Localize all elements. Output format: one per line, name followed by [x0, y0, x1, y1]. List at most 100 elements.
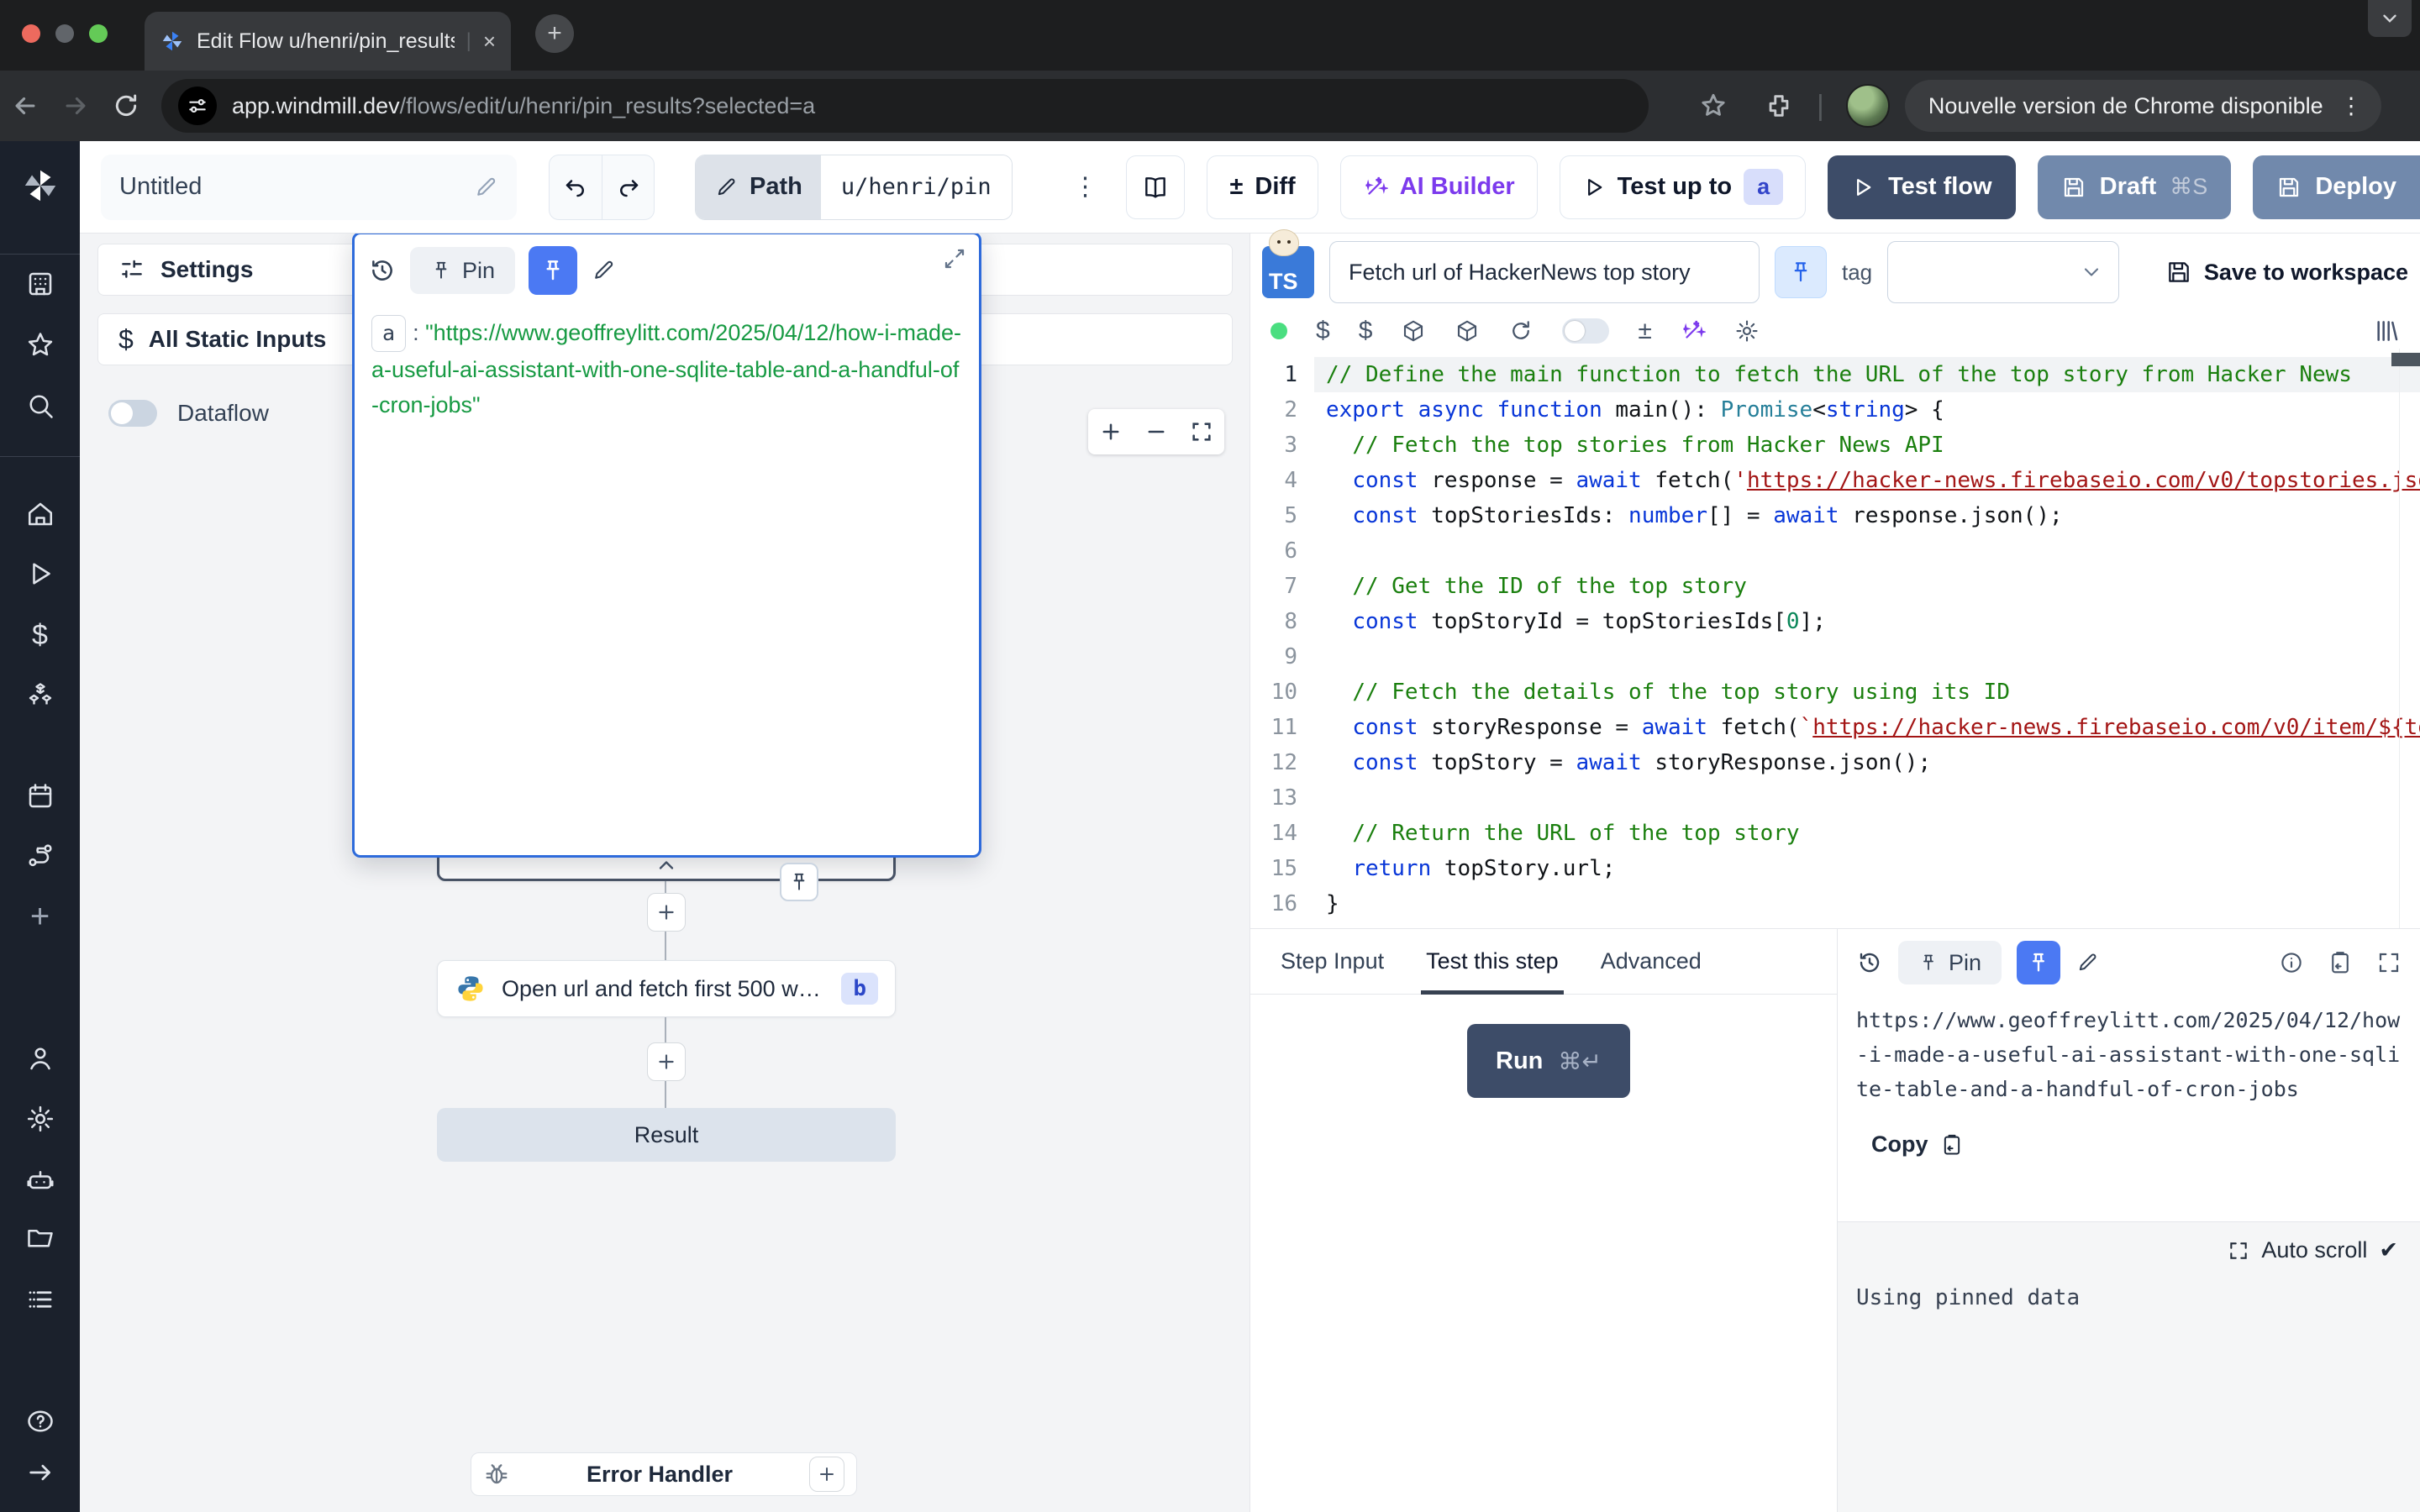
create-plus-icon[interactable]: +	[30, 901, 50, 932]
output-pin-tab[interactable]: Pin	[1898, 941, 2002, 984]
windmill-logo[interactable]	[21, 166, 60, 205]
code-line[interactable]: }	[1314, 886, 2420, 921]
flow-canvas[interactable]: Settings $ All Static Inputs Dataflow	[80, 234, 1249, 1512]
diff-mode-icon[interactable]: ±	[1638, 317, 1651, 345]
python-step-node[interactable]: Open url and fetch first 500 words of ..…	[437, 960, 896, 1017]
extensions-icon[interactable]	[1765, 92, 1793, 120]
folders-icon[interactable]	[25, 1224, 55, 1254]
workspace-icon[interactable]	[25, 269, 55, 299]
package-icon[interactable]	[1455, 318, 1480, 344]
step-pin-button[interactable]	[1775, 246, 1827, 298]
code-line[interactable]: // Define the main function to fetch the…	[1314, 357, 2420, 392]
home-icon[interactable]	[25, 499, 55, 529]
ai-builder-button[interactable]: AI Builder	[1340, 155, 1538, 219]
zoom-in-icon[interactable]	[1099, 420, 1123, 444]
search-icon[interactable]	[25, 391, 55, 421]
deploy-button[interactable]: Deploy	[2253, 155, 2420, 219]
ai-wand-icon[interactable]	[1681, 318, 1706, 344]
toolbar-more-icon[interactable]: ⋮	[1072, 172, 1097, 202]
editor-scrollbar-thumb[interactable]	[2391, 353, 2420, 366]
forward-icon[interactable]	[50, 92, 101, 120]
traffic-zoom-button[interactable]	[89, 24, 108, 43]
code-lines[interactable]: // Define the main function to fetch the…	[1314, 357, 2420, 921]
variables-icon[interactable]: $	[32, 619, 48, 652]
code-line[interactable]: const response = await fetch('https://ha…	[1314, 463, 2420, 498]
help-icon[interactable]	[25, 1406, 55, 1436]
add-error-handler-button[interactable]	[809, 1457, 844, 1492]
tab-close-icon[interactable]: ×	[483, 29, 496, 55]
back-icon[interactable]	[0, 92, 50, 120]
step-summary-input[interactable]: Fetch url of HackerNews top story	[1329, 241, 1760, 303]
edit-pin-pencil-icon[interactable]	[2075, 951, 2099, 974]
code-line[interactable]	[1314, 533, 2420, 569]
code-line[interactable]: // Get the ID of the top story	[1314, 569, 2420, 604]
code-line[interactable]	[1314, 639, 2420, 675]
test-flow-button[interactable]: Test flow	[1828, 155, 2016, 219]
schedules-icon[interactable]	[25, 781, 55, 811]
zoom-out-icon[interactable]	[1144, 420, 1168, 444]
profile-avatar[interactable]	[1846, 84, 1890, 128]
history-icon[interactable]	[368, 256, 397, 285]
insert-step-button[interactable]	[647, 893, 686, 932]
fullscreen-icon[interactable]	[2376, 950, 2402, 975]
reload-script-icon[interactable]	[1508, 318, 1534, 344]
copy-json-clipboard-icon[interactable]	[2328, 950, 2353, 975]
ai-robot-icon[interactable]	[25, 1165, 55, 1195]
code-line[interactable]: const topStoryId = topStoriesIds[0];	[1314, 604, 2420, 639]
tag-select[interactable]	[1887, 241, 2119, 303]
runs-icon[interactable]	[25, 559, 55, 589]
tab-test-this-step[interactable]: Test this step	[1426, 929, 1559, 995]
settings-gear-icon[interactable]	[25, 1104, 55, 1134]
docs-book-button[interactable]	[1126, 155, 1185, 219]
fit-view-icon[interactable]	[1190, 420, 1213, 444]
path-group[interactable]: Path u/henri/pin	[695, 155, 1013, 220]
expand-popup-icon[interactable]	[942, 246, 967, 271]
test-up-to-button[interactable]: Test up to a	[1560, 155, 1806, 219]
tab-advanced[interactable]: Advanced	[1601, 929, 1702, 995]
audit-logs-icon[interactable]	[25, 1284, 55, 1315]
code-line[interactable]: export async function main(): Promise<st…	[1314, 392, 2420, 428]
node-pin-badge[interactable]	[780, 863, 818, 901]
code-editor[interactable]: 12345678910111213141516 // Define the ma…	[1250, 349, 2420, 928]
resources-icon[interactable]	[25, 680, 55, 711]
browser-tab[interactable]: Edit Flow u/henri/pin_results | ×	[145, 12, 511, 71]
favorites-star-icon[interactable]	[25, 330, 55, 360]
pin-tab[interactable]: Pin	[410, 247, 515, 294]
library-panel-icon[interactable]	[2373, 318, 2400, 344]
error-handler-node[interactable]: Error Handler	[471, 1452, 857, 1496]
routes-icon[interactable]	[25, 841, 55, 871]
code-line[interactable]: return topStory.url;	[1314, 851, 2420, 886]
result-key-chip[interactable]: a	[371, 315, 406, 352]
tab-step-input[interactable]: Step Input	[1281, 929, 1384, 995]
new-tab-button[interactable]: +	[535, 14, 574, 53]
edit-pin-pencil-icon[interactable]	[591, 258, 616, 283]
history-icon[interactable]	[1856, 949, 1883, 976]
info-icon[interactable]	[2279, 950, 2304, 975]
editor-toggle[interactable]	[1562, 318, 1609, 344]
expand-sidebar-arrow-icon[interactable]	[26, 1458, 55, 1487]
insert-step-button[interactable]	[647, 1042, 686, 1081]
chrome-menu-icon[interactable]: ⋮	[2340, 93, 2363, 119]
output-pinned-active-button[interactable]	[2017, 941, 2060, 984]
traffic-minimize-button[interactable]	[55, 24, 74, 43]
code-line[interactable]: const topStoriesIds: number[] = await re…	[1314, 498, 2420, 533]
path-value[interactable]: u/henri/pin	[821, 155, 1012, 219]
expand-logs-icon[interactable]	[2228, 1240, 2249, 1262]
result-node[interactable]: Result	[437, 1108, 896, 1162]
url-bar[interactable]: app.windmill.dev/flows/edit/u/henri/pin_…	[161, 79, 1649, 133]
redo-button[interactable]	[602, 155, 654, 219]
tab-search-chevron-icon[interactable]	[2368, 0, 2412, 37]
pinned-active-button[interactable]	[529, 246, 577, 295]
resource-picker-icon[interactable]: $	[1359, 317, 1373, 345]
user-icon[interactable]	[25, 1043, 55, 1074]
editor-settings-gear-icon[interactable]	[1734, 318, 1760, 344]
diff-button[interactable]: ± Diff	[1207, 155, 1318, 219]
traffic-close-button[interactable]	[22, 24, 40, 43]
code-line[interactable]	[1314, 780, 2420, 816]
code-line[interactable]: // Return the URL of the top story	[1314, 816, 2420, 851]
site-info-icon[interactable]	[178, 87, 217, 125]
code-line[interactable]: const storyResponse = await fetch(`https…	[1314, 710, 2420, 745]
chrome-update-pill[interactable]: Nouvelle version de Chrome disponible ⋮	[1905, 80, 2381, 132]
save-to-workspace-button[interactable]: Save to workspace	[2165, 259, 2408, 286]
undo-button[interactable]	[550, 155, 602, 219]
